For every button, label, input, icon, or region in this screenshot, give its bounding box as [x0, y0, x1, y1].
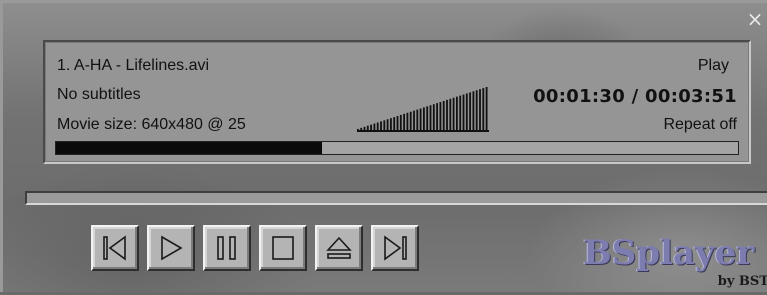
logo-byline: by BST: [717, 274, 767, 289]
volume-baseline: [357, 130, 489, 132]
volume-bar: [439, 102, 442, 132]
volume-bar: [413, 110, 415, 132]
eject-icon: [326, 236, 352, 259]
player-window: × 1. A-HA - Lifelines.avi No subtitles M…: [0, 0, 767, 292]
skip-forward-icon: [384, 235, 407, 261]
volume-bar: [426, 106, 429, 132]
volume-bar: [399, 114, 402, 132]
seek-slider[interactable]: [25, 191, 767, 205]
previous-button[interactable]: [91, 225, 139, 271]
volume-bar: [406, 112, 409, 132]
time-readout: 00:01:30 / 00:03:51: [533, 86, 737, 107]
volume-bar: [436, 103, 439, 132]
playback-progress-bar[interactable]: [55, 141, 739, 155]
volume-bar: [462, 94, 465, 132]
volume-bar: [419, 108, 422, 132]
stop-icon: [272, 236, 294, 260]
volume-bar: [452, 97, 455, 132]
volume-bar: [393, 117, 396, 132]
next-button[interactable]: [371, 225, 419, 271]
volume-bar: [485, 87, 488, 132]
volume-bar: [459, 95, 462, 132]
volume-bar: [456, 96, 458, 132]
pause-button[interactable]: [203, 225, 251, 271]
logo-wordmark: BSplayer: [583, 233, 755, 273]
volume-bar: [432, 104, 435, 132]
play-status: Play: [697, 57, 729, 74]
play-icon: [161, 235, 183, 261]
volume-bar: [409, 111, 412, 132]
movie-size: Movie size: 640x480 @ 25: [57, 116, 246, 133]
volume-bar: [479, 89, 481, 132]
info-display: 1. A-HA - Lifelines.avi No subtitles Mov…: [43, 40, 751, 164]
subtitles-status: No subtitles: [57, 86, 141, 103]
volume-bar: [390, 118, 392, 132]
volume-bar: [446, 99, 448, 132]
repeat-toggle[interactable]: Repeat off: [663, 116, 737, 134]
volume-bar: [449, 98, 452, 132]
skip-back-icon: [103, 235, 126, 261]
close-icon[interactable]: ×: [745, 9, 765, 29]
pause-icon: [217, 236, 236, 260]
bsplayer-logo: BSplayer by BST: [579, 231, 767, 295]
volume-bar: [423, 107, 425, 132]
volume-bar: [396, 116, 399, 132]
volume-bar: [442, 100, 445, 132]
volume-bar: [482, 88, 485, 132]
volume-bar: [403, 113, 406, 132]
volume-indicator[interactable]: [357, 87, 489, 132]
playback-progress-fill: [56, 142, 322, 154]
eject-button[interactable]: [315, 225, 363, 271]
volume-bar: [469, 92, 472, 132]
stop-button[interactable]: [259, 225, 307, 271]
volume-bar: [416, 109, 419, 132]
file-name: 1. A-HA - Lifelines.avi: [57, 57, 210, 74]
play-button[interactable]: [147, 225, 195, 271]
volume-bar: [429, 105, 432, 132]
volume-bar: [472, 91, 475, 132]
volume-bar: [465, 93, 468, 132]
volume-bar: [475, 90, 478, 132]
